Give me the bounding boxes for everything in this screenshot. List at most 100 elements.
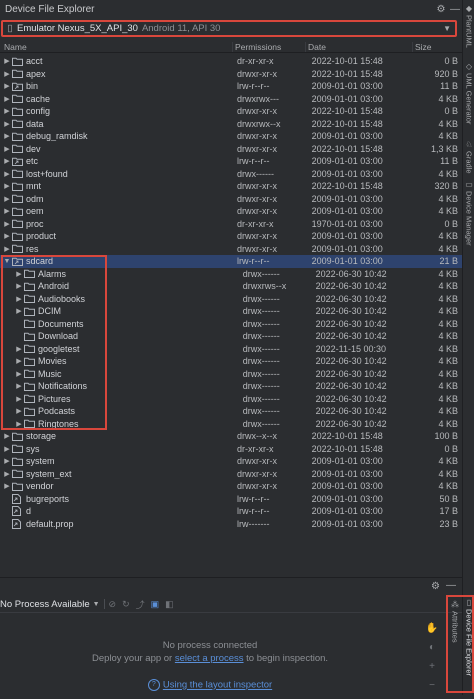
tab-gradle[interactable]: ♘ Gradle <box>463 140 474 174</box>
column-size[interactable]: Size <box>412 41 462 52</box>
table-row[interactable]: ▶ sys dr-xr-xr-x 2022-10-01 15:48 0 B <box>0 443 462 456</box>
chevron-right-icon[interactable]: ▶ <box>14 295 24 303</box>
table-row[interactable]: ▶ res drwxr-xr-x 2009-01-01 03:00 4 KB <box>0 243 462 256</box>
tab-plantuml[interactable]: ◆ PlantUML <box>463 4 474 48</box>
table-row[interactable]: ▶ system drwxr-xr-x 2009-01-01 03:00 4 KB <box>0 455 462 468</box>
zoom-fit-icon[interactable]: ◐ <box>425 642 439 661</box>
gear-icon[interactable]: ⚙ <box>434 4 448 15</box>
table-row[interactable]: ▶ DCIM drwx------ 2022-06-30 10:42 4 KB <box>0 305 462 318</box>
chevron-right-icon[interactable]: ▶ <box>14 282 24 290</box>
live-updates-icon[interactable]: ▣ <box>151 599 160 610</box>
table-row[interactable]: ▶ bin lrw-r--r-- 2009-01-01 03:00 11 B <box>0 80 462 93</box>
table-row[interactable]: ▶ mnt drwxr-xr-x 2022-10-01 15:48 320 B <box>0 180 462 193</box>
chevron-down-icon[interactable]: ▼ <box>2 258 12 265</box>
column-permissions[interactable]: Permissions <box>232 41 305 52</box>
chevron-right-icon[interactable]: ▶ <box>14 270 24 278</box>
chevron-right-icon[interactable]: ▶ <box>2 107 12 115</box>
table-row[interactable]: ▶ Pictures drwx------ 2022-06-30 10:42 4 KB <box>0 393 462 406</box>
chevron-right-icon[interactable]: ▶ <box>2 132 12 140</box>
chevron-right-icon[interactable]: ▶ <box>2 170 12 178</box>
chevron-right-icon[interactable]: ▶ <box>14 357 24 365</box>
table-row[interactable]: ▶ Audiobooks drwx------ 2022-06-30 10:42 4 K… <box>0 293 462 306</box>
chevron-right-icon[interactable]: ▶ <box>2 245 12 253</box>
file-date: 2009-01-01 03:00 <box>311 168 383 179</box>
table-row[interactable]: ▶ Android drwxrws--x 2022-06-30 10:42 4 KB <box>0 280 462 293</box>
snapshot-icon[interactable]: ◧ <box>165 599 174 610</box>
table-row[interactable]: ▶ data drwxrwx--x 2022-10-01 15:48 4 KB <box>0 118 462 131</box>
layout-inspector-help-link[interactable]: Using the layout inspector <box>163 680 272 691</box>
process-selector[interactable]: No Process Available <box>0 599 90 610</box>
table-row[interactable]: ▶ proc dr-xr-xr-x 1970-01-01 03:00 0 B <box>0 218 462 231</box>
tab-device-manager[interactable]: ▭ Device Manager <box>463 180 474 246</box>
chevron-right-icon[interactable]: ▶ <box>2 207 12 215</box>
table-row[interactable]: ▶ oem drwxr-xr-x 2009-01-01 03:00 4 KB <box>0 205 462 218</box>
table-row[interactable]: ▶ Movies drwx------ 2022-06-30 10:42 4 KB <box>0 355 462 368</box>
chevron-right-icon[interactable]: ▶ <box>2 232 12 240</box>
chevron-right-icon[interactable]: ▶ <box>2 95 12 103</box>
table-row[interactable]: d lrw-r--r-- 2009-01-01 03:00 17 B <box>0 505 462 518</box>
tab-device-file-explorer[interactable]: ▯ Device File Explorer <box>463 598 474 676</box>
chevron-right-icon[interactable]: ▶ <box>2 432 12 440</box>
table-row[interactable]: ▶ product drwxr-xr-x 2009-01-01 03:00 4 KB <box>0 230 462 243</box>
export-icon[interactable]: ⤴ <box>136 598 145 611</box>
table-row[interactable]: Documents drwx------ 2022-06-30 10:42 4 KB <box>0 318 462 331</box>
chevron-right-icon[interactable]: ▶ <box>14 345 24 353</box>
table-row[interactable]: ▶ etc lrw-r--r-- 2009-01-01 03:00 11 B <box>0 155 462 168</box>
table-row[interactable]: ▶ debug_ramdisk drwxr-xr-x 2009-01-01 03:00… <box>0 130 462 143</box>
table-row[interactable]: ▶ apex drwxr-xr-x 2022-10-01 15:48 920 B <box>0 68 462 81</box>
chevron-right-icon[interactable]: ▶ <box>14 370 24 378</box>
chevron-right-icon[interactable]: ▶ <box>2 445 12 453</box>
refresh-icon[interactable]: ↻ <box>122 599 130 610</box>
inspector-minimize-icon[interactable]: — <box>446 580 456 591</box>
chevron-right-icon[interactable]: ▶ <box>2 70 12 78</box>
chevron-right-icon[interactable]: ▶ <box>2 195 12 203</box>
chevron-right-icon[interactable]: ▶ <box>14 407 24 415</box>
table-row[interactable]: ▼ sdcard lrw-r--r-- 2009-01-01 03:00 21 B <box>0 255 462 268</box>
table-row[interactable]: ▶ cache drwxrwx--- 2009-01-01 03:00 4 KB <box>0 93 462 106</box>
minimize-icon[interactable]: — <box>448 4 462 15</box>
table-row[interactable]: ▶ Podcasts drwx------ 2022-06-30 10:42 4 KB <box>0 405 462 418</box>
chevron-right-icon[interactable]: ▶ <box>2 220 12 228</box>
chevron-right-icon[interactable]: ▶ <box>14 395 24 403</box>
table-row[interactable]: ▶ acct dr-xr-xr-x 2022-10-01 15:48 0 B <box>0 55 462 68</box>
device-selector[interactable]: ▯ Emulator Nexus_5X_API_30 Android 11, A… <box>1 20 457 37</box>
chevron-right-icon[interactable]: ▶ <box>14 307 24 315</box>
table-row[interactable]: ▶ googletest drwx------ 2022-11-15 00:30 4 K… <box>0 343 462 356</box>
stop-icon[interactable]: ⊘ <box>109 599 117 610</box>
table-row[interactable]: ▶ Notifications drwx------ 2022-06-30 10:42… <box>0 380 462 393</box>
table-row[interactable]: ▶ dev drwxr-xr-x 2022-10-01 15:48 1,3 KB <box>0 143 462 156</box>
zoom-in-icon[interactable]: + <box>425 661 439 680</box>
table-row[interactable]: ▶ system_ext drwxr-xr-x 2009-01-01 03:00 4 K… <box>0 468 462 481</box>
chevron-right-icon[interactable]: ▶ <box>2 82 12 90</box>
select-process-link[interactable]: select a process <box>175 653 244 664</box>
table-row[interactable]: ▶ Ringtones drwx------ 2022-06-30 10:42 4 KB <box>0 418 462 431</box>
chevron-right-icon[interactable]: ▶ <box>2 57 12 65</box>
table-row[interactable]: default.prop lrw------- 2009-01-01 03:00 23… <box>0 518 462 531</box>
table-row[interactable]: ▶ storage drwx--x--x 2022-10-01 15:48 100 B <box>0 430 462 443</box>
table-row[interactable]: ▶ Alarms drwx------ 2022-06-30 10:42 4 KB <box>0 268 462 281</box>
file-name: proc <box>26 218 44 229</box>
inspector-gear-icon[interactable]: ⚙ <box>431 581 440 592</box>
table-row[interactable]: ▶ lost+found drwx------ 2009-01-01 03:00 4 K… <box>0 168 462 181</box>
tab-uml-generator[interactable]: ◇ UML Generator <box>463 62 474 124</box>
chevron-right-icon[interactable]: ▶ <box>2 182 12 190</box>
column-name[interactable]: Name <box>0 42 232 52</box>
chevron-right-icon[interactable]: ▶ <box>2 482 12 490</box>
column-date[interactable]: Date <box>305 41 412 52</box>
pan-icon[interactable]: ✋ <box>425 623 439 642</box>
chevron-right-icon[interactable]: ▶ <box>14 420 24 428</box>
chevron-right-icon[interactable]: ▶ <box>2 457 12 465</box>
table-row[interactable]: Download drwx------ 2022-06-30 10:42 4 KB <box>0 330 462 343</box>
table-row[interactable]: ▶ config drwxr-xr-x 2022-10-01 15:48 0 B <box>0 105 462 118</box>
chevron-right-icon[interactable]: ▶ <box>2 157 12 165</box>
chevron-right-icon[interactable]: ▶ <box>2 145 12 153</box>
zoom-out-icon[interactable]: − <box>425 680 439 699</box>
table-row[interactable]: ▶ odm drwxr-xr-x 2009-01-01 03:00 4 KB <box>0 193 462 206</box>
chevron-right-icon[interactable]: ▶ <box>14 382 24 390</box>
chevron-right-icon[interactable]: ▶ <box>2 470 12 478</box>
table-row[interactable]: ▶ Music drwx------ 2022-06-30 10:42 4 KB <box>0 368 462 381</box>
table-row[interactable]: bugreports lrw-r--r-- 2009-01-01 03:00 50 B <box>0 493 462 506</box>
tab-attributes[interactable]: ⁂ Attributes <box>450 600 460 643</box>
chevron-right-icon[interactable]: ▶ <box>2 120 12 128</box>
table-row[interactable]: ▶ vendor drwxr-xr-x 2009-01-01 03:00 4 KB <box>0 480 462 493</box>
